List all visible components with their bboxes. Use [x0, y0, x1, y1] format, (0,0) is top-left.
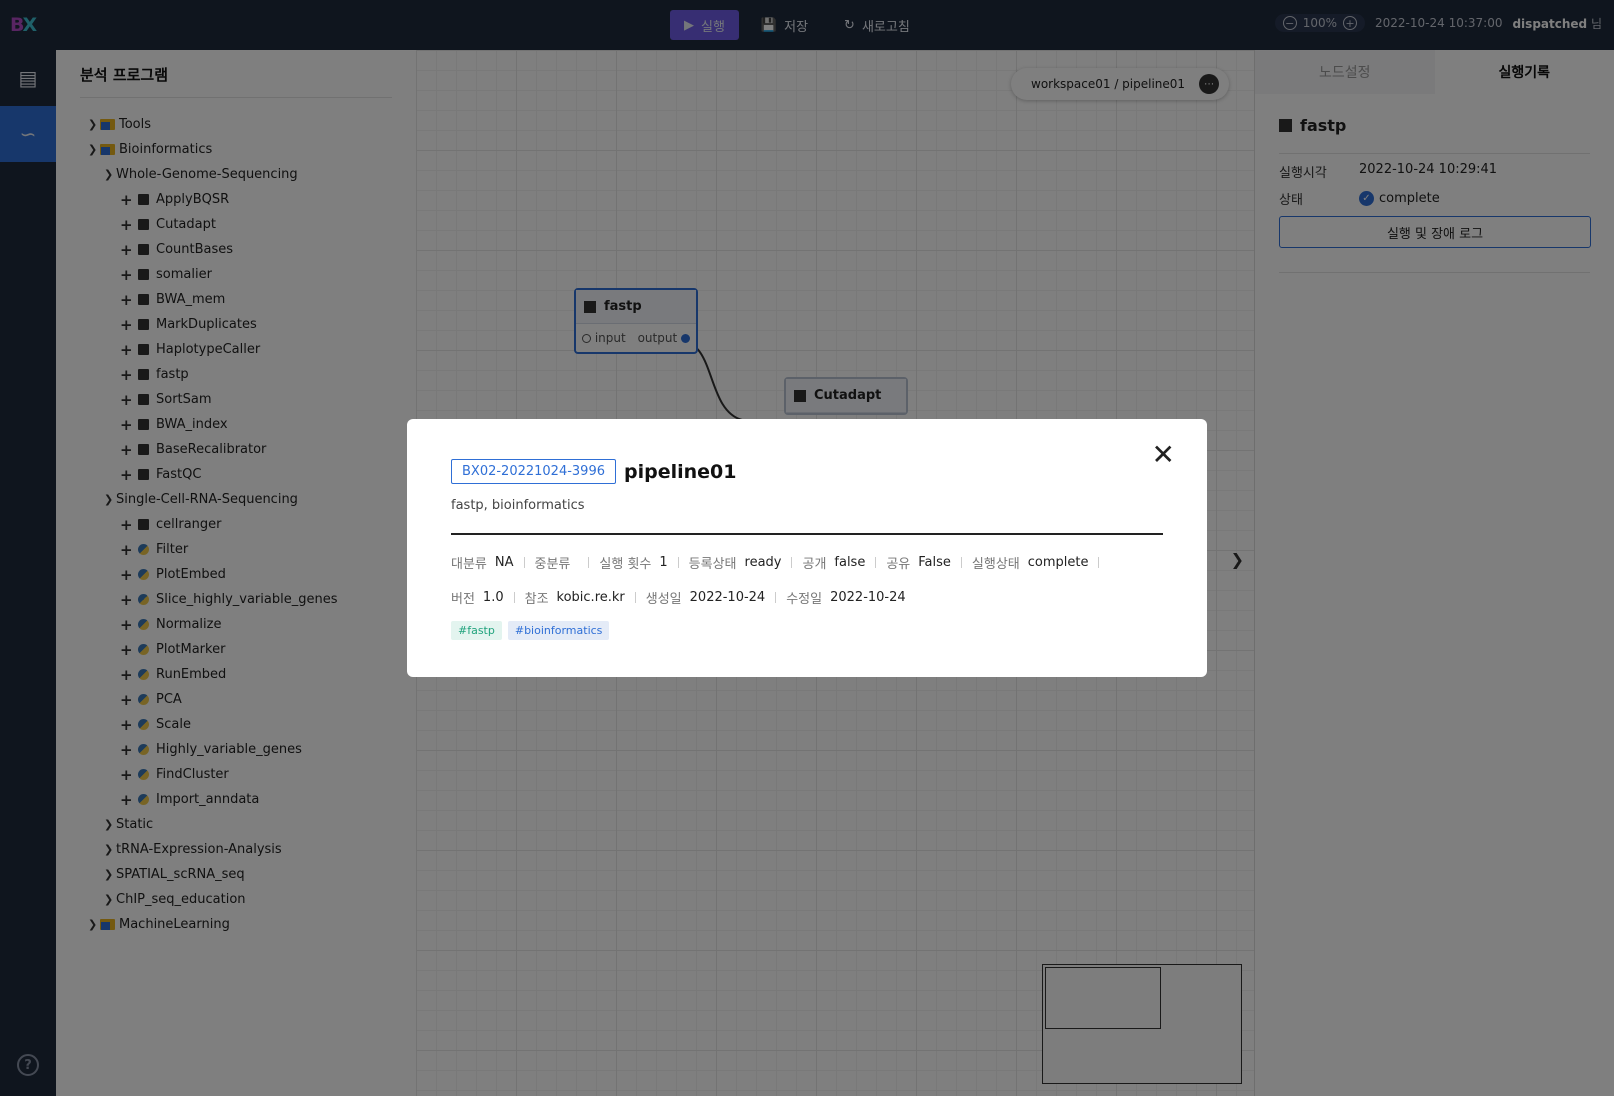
close-icon[interactable]: ✕: [1152, 441, 1175, 469]
meta-value: 2022-10-24: [830, 590, 906, 605]
meta-key: 버전: [451, 592, 475, 607]
meta-item: 버전 1.0: [451, 588, 504, 607]
meta-key: 대분류: [451, 557, 487, 572]
meta-value: ready: [744, 555, 782, 570]
meta-item: 중분류: [535, 553, 579, 572]
meta-value: 1.0: [482, 590, 504, 605]
meta-separator: [523, 557, 525, 568]
meta-item: 참조 kobic.re.kr: [525, 588, 625, 607]
meta-item: 공개 false: [802, 553, 865, 572]
meta-key: 등록상태: [688, 557, 737, 572]
meta-key: 생성일: [645, 592, 682, 607]
meta-separator: [875, 557, 877, 568]
meta-key: 실행상태: [971, 557, 1020, 572]
meta-value: kobic.re.kr: [556, 590, 625, 605]
tag-chip[interactable]: #bioinformatics: [507, 621, 610, 640]
meta-separator: [513, 592, 515, 603]
meta-item: 수정일 2022-10-24: [786, 588, 905, 607]
meta-value: 1: [659, 555, 668, 570]
pipeline-id-badge: BX02-20221024-3996: [451, 459, 616, 484]
meta-value: False: [918, 555, 951, 570]
meta-separator: [791, 557, 793, 568]
meta-key: 참조: [524, 592, 549, 607]
meta-key: 실행 횟수: [599, 557, 652, 572]
pipeline-name: pipeline01: [624, 460, 737, 483]
meta-value: NA: [494, 555, 514, 570]
meta-key: 수정일: [786, 592, 823, 607]
meta-separator: [960, 557, 962, 568]
meta-value: 2022-10-24: [689, 590, 766, 605]
meta-item: 대분류 NA: [451, 553, 514, 572]
meta-item: 실행상태 complete: [972, 553, 1089, 572]
meta-separator: [775, 592, 777, 603]
pipeline-metadata: 대분류 NA 중분류 실행 횟수 1 등록상태 ready 공개 false 공유 False 실행상…: [451, 553, 1163, 607]
pipeline-tags: #fastp #bioinformatics: [451, 621, 1163, 640]
meta-item: 공유 False: [886, 553, 951, 572]
pipeline-info-modal: ✕ BX02-20221024-3996 pipeline01 fastp, b…: [407, 419, 1207, 677]
meta-key: 중분류: [534, 557, 571, 572]
meta-separator: [634, 592, 636, 603]
meta-value: complete: [1027, 555, 1089, 570]
meta-item: 등록상태 ready: [689, 553, 782, 572]
meta-key: 공유: [886, 557, 911, 572]
meta-key: 공개: [802, 557, 827, 572]
pipeline-description: fastp, bioinformatics: [451, 498, 585, 513]
meta-item: 생성일 2022-10-24: [646, 588, 765, 607]
tag-chip[interactable]: #fastp: [451, 621, 502, 640]
meta-separator: [677, 557, 679, 568]
meta-separator: [1098, 557, 1100, 568]
meta-separator: [588, 557, 590, 568]
meta-item: 실행 횟수 1: [599, 553, 667, 572]
meta-value: false: [834, 555, 866, 570]
